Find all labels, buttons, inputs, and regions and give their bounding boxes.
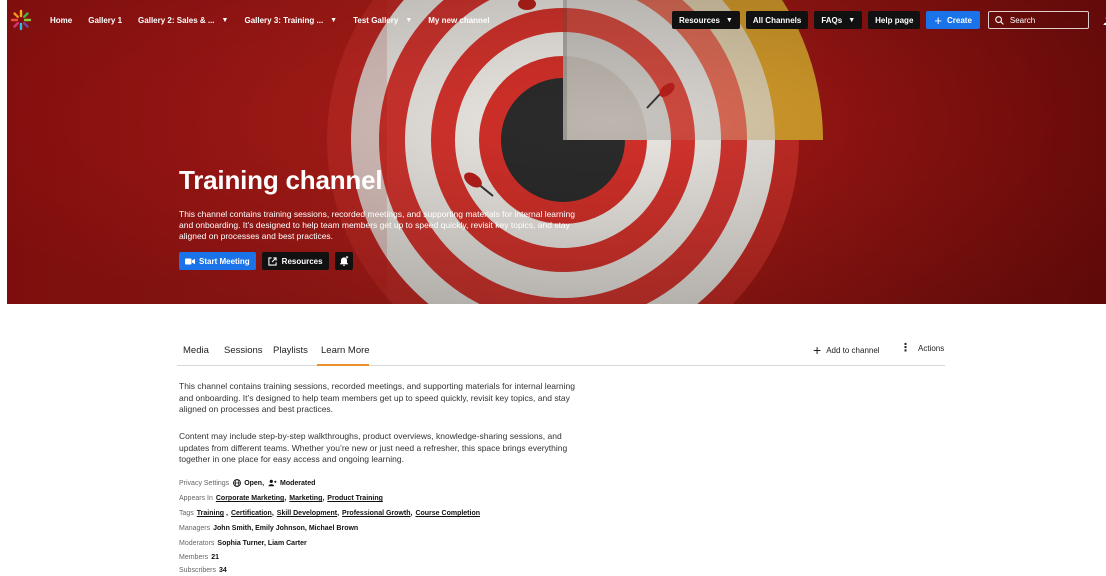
create-button[interactable]: + Create <box>926 11 980 29</box>
members-label: Members <box>179 554 209 561</box>
channel-hero-description: This channel contains training sessions,… <box>179 209 575 241</box>
resources-label: Resources <box>281 256 323 266</box>
globe-icon <box>233 479 242 487</box>
tab-playlists[interactable]: Playlists <box>273 345 308 356</box>
video-camera-icon <box>185 258 195 264</box>
managers-label: Managers <box>179 525 211 532</box>
subscribers-label: Subscribers <box>179 567 216 574</box>
tab-media[interactable]: Media <box>183 345 209 356</box>
channel-tabs: Media Sessions Playlists Learn More + Ad… <box>177 337 945 366</box>
chevron-down-icon: ▼ <box>221 16 229 24</box>
category-link[interactable]: Marketing <box>289 495 322 502</box>
chevron-down-icon: ▼ <box>848 16 856 24</box>
nav-label: Gallery 3: Training ... <box>244 15 324 25</box>
all-channels-button[interactable]: All Channels <box>745 11 809 29</box>
tag-link[interactable]: Course Completion <box>415 510 480 517</box>
tab-sessions[interactable]: Sessions <box>224 345 263 356</box>
active-tab-indicator <box>317 364 369 366</box>
plus-icon: + <box>813 342 822 358</box>
appears-in-row: Appears In Corporate Marketing, Marketin… <box>179 495 383 502</box>
target-illustration <box>7 0 1106 304</box>
nav-gallery-1[interactable]: Gallery 1 <box>88 16 122 25</box>
members-row: Members 21 <box>179 554 219 561</box>
tab-learn-more[interactable]: Learn More <box>321 345 370 356</box>
help-page-label: Help page <box>875 15 914 25</box>
faqs-menu-button[interactable]: FAQs ▼ <box>814 11 863 29</box>
resources-button[interactable]: Resources <box>261 252 329 270</box>
moderators-row: Moderators Sophia Turner, Liam Carter <box>179 540 307 547</box>
chevron-down-icon: ▼ <box>725 16 733 24</box>
tag-link[interactable]: Training <box>197 510 224 517</box>
all-channels-label: All Channels <box>752 15 802 25</box>
nav-my-new-channel[interactable]: My new channel <box>428 16 489 25</box>
start-meeting-button[interactable]: Start Meeting <box>179 252 256 270</box>
managers-row: Managers John Smith, Emily Johnson, Mich… <box>179 525 358 532</box>
moderated-users-icon <box>268 479 277 487</box>
nav-test-gallery[interactable]: Test Gallery ▼ <box>353 16 412 25</box>
search-icon <box>995 15 1004 25</box>
external-link-icon <box>268 256 277 266</box>
start-meeting-label: Start Meeting <box>199 256 250 266</box>
privacy-settings-label: Privacy Settings <box>179 479 230 487</box>
resources-label: Resources <box>679 15 720 25</box>
nav-gallery-2[interactable]: Gallery 2: Sales & ... ▼ <box>138 16 228 25</box>
moderators-value: Sophia Turner, Liam Carter <box>217 540 307 547</box>
chevron-down-icon: ▼ <box>330 16 338 24</box>
plus-icon: + <box>934 12 942 28</box>
actions-label: Actions <box>918 344 945 353</box>
separator: , <box>337 510 340 517</box>
more-vertical-icon: ⋮ <box>900 342 911 354</box>
search-input[interactable]: Search <box>987 11 1089 29</box>
managers-value: John Smith, Emily Johnson, Michael Brown <box>213 525 359 532</box>
separator: , <box>271 510 274 517</box>
separator: , <box>410 510 413 517</box>
tag-link[interactable]: Certification <box>231 510 272 517</box>
top-navigation-bar: Home Gallery 1 Gallery 2: Sales & ... ▼ G… <box>7 8 1106 32</box>
nav-label: Gallery 2: Sales & ... <box>138 15 215 25</box>
nav-label: Test Gallery <box>353 15 399 25</box>
tags-row: Tags Training, Certification, Skill Deve… <box>179 510 480 517</box>
nav-right-group: Resources ▼ All Channels FAQs ▼ Help page … <box>672 10 1106 30</box>
chevron-down-icon: ▼ <box>405 16 413 24</box>
nav-label: Home <box>50 15 73 25</box>
hero-actions: Start Meeting Resources <box>179 252 353 270</box>
separator: , <box>226 510 228 517</box>
add-to-channel-label: Add to channel <box>826 345 880 355</box>
separator: , <box>284 495 287 502</box>
subscribers-row: Subscribers 34 <box>179 567 227 574</box>
privacy-moderated-value: Moderated <box>280 479 316 487</box>
separator: , <box>322 495 325 502</box>
search-placeholder: Search <box>1009 15 1036 25</box>
subscribe-notifications-button[interactable] <box>334 252 353 270</box>
category-link[interactable]: Corporate Marketing <box>216 495 284 502</box>
subscribers-count: 34 <box>218 567 227 574</box>
nav-label: My new channel <box>428 15 490 25</box>
faqs-label: FAQs <box>821 15 843 25</box>
category-link[interactable]: Product Training <box>327 495 383 502</box>
resources-menu-button[interactable]: Resources ▼ <box>672 11 740 29</box>
learn-more-paragraph: This channel contains training sessions,… <box>179 381 575 414</box>
privacy-open-value: Open, <box>244 479 265 487</box>
tags-label: Tags <box>179 510 194 517</box>
nav-home[interactable]: Home <box>50 16 72 25</box>
tag-link[interactable]: Skill Development <box>277 510 337 517</box>
privacy-settings-row: Privacy Settings Open, Moderated <box>179 479 315 487</box>
tag-link[interactable]: Professional Growth <box>342 510 410 517</box>
add-to-channel-button[interactable]: + Add to channel <box>813 343 880 357</box>
nav-gallery-3[interactable]: Gallery 3: Training ... ▼ <box>244 16 337 25</box>
members-count: 21 <box>211 554 219 561</box>
create-label: Create <box>946 15 972 25</box>
channel-hero-banner <box>7 0 1106 304</box>
nav-label: Gallery 1 <box>88 15 123 25</box>
actions-menu-button[interactable]: ⋮ Actions <box>900 343 944 354</box>
app-logo-icon[interactable] <box>10 9 32 31</box>
channel-title: Training channel <box>179 165 383 195</box>
moderators-label: Moderators <box>179 540 215 547</box>
appears-in-label: Appears In <box>179 495 213 502</box>
help-page-button[interactable]: Help page <box>868 11 921 29</box>
bell-plus-icon <box>339 256 348 266</box>
learn-more-paragraph: Content may include step-by-step walkthr… <box>179 431 568 464</box>
